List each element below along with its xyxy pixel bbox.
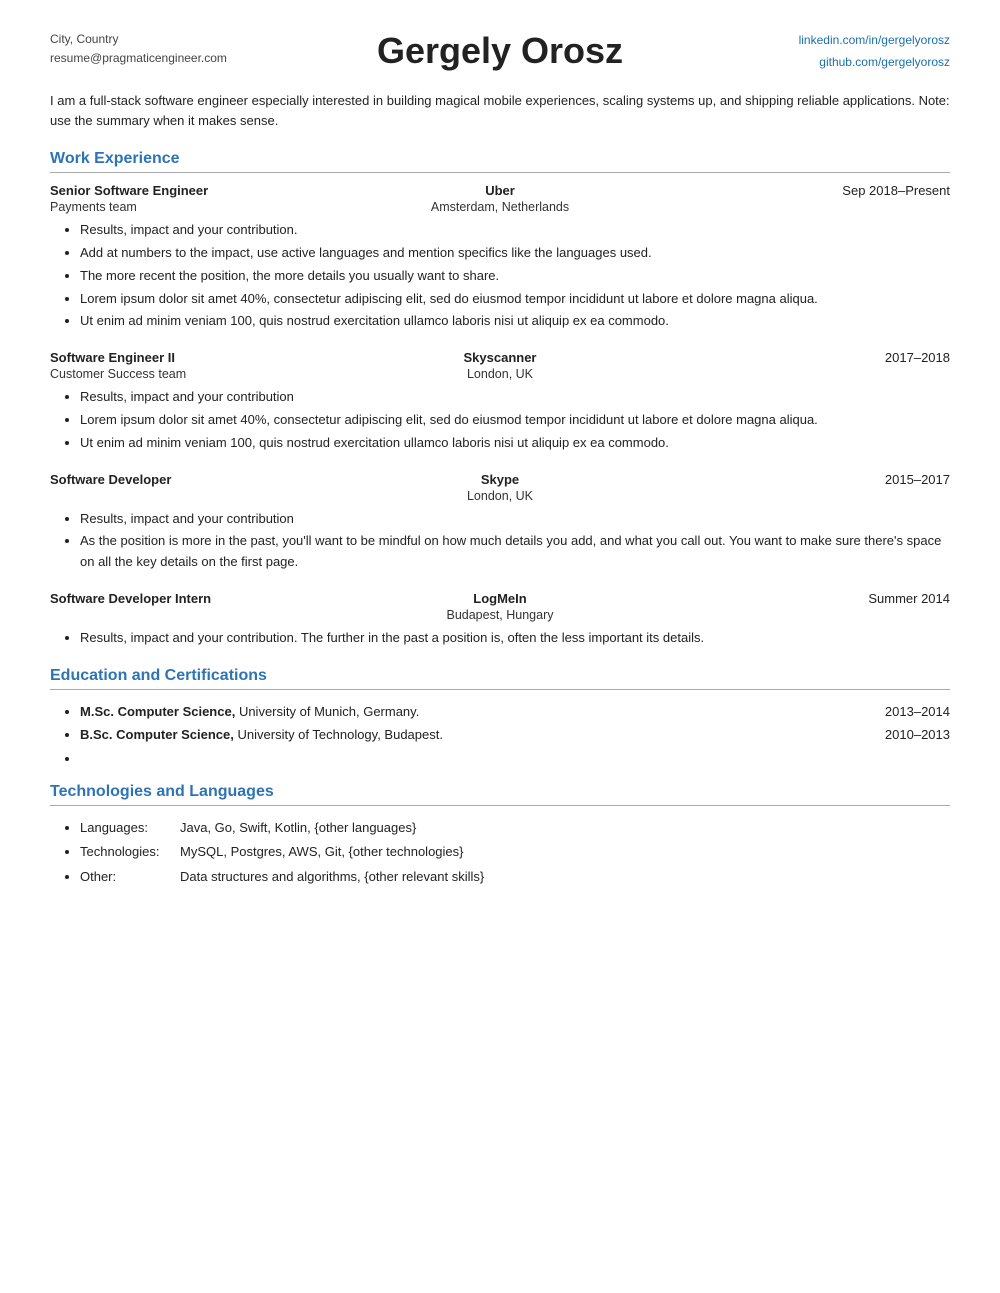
job-header-3: Software Developer InternLogMeInSummer 2…: [50, 591, 950, 606]
job-date-3: Summer 2014: [650, 591, 950, 606]
job-bullet-1-1: Lorem ipsum dolor sit amet 40%, consecte…: [80, 410, 950, 431]
job-date-2: 2015–2017: [650, 472, 950, 487]
candidate-name: Gergely Orosz: [377, 30, 623, 72]
education-list: M.Sc. Computer Science, University of Mu…: [80, 700, 950, 763]
education-section: Education and Certifications M.Sc. Compu…: [50, 667, 950, 763]
job-entry-0: Senior Software EngineerUberSep 2018–Pre…: [50, 183, 950, 332]
education-title: Education and Certifications: [50, 667, 950, 685]
edu-bold-1: B.Sc. Computer Science,: [80, 727, 234, 742]
work-experience-section: Work Experience Senior Software Engineer…: [50, 150, 950, 649]
job-bullet-0-4: Ut enim ad minim veniam 100, quis nostru…: [80, 311, 950, 332]
tech-row-2: Other: Data structures and algorithms, {o…: [80, 865, 950, 890]
tech-label-0: Languages:: [80, 816, 170, 841]
edu-left-1: B.Sc. Computer Science, University of Te…: [80, 723, 870, 746]
edu-item-2: [80, 747, 950, 763]
header-right: linkedin.com/in/gergelyorosz github.com/…: [623, 30, 950, 73]
edu-left-0: M.Sc. Computer Science, University of Mu…: [80, 700, 870, 723]
header-linkedin[interactable]: linkedin.com/in/gergelyorosz: [623, 30, 950, 52]
job-title-1: Software Engineer II: [50, 350, 350, 365]
job-date-0: Sep 2018–Present: [650, 183, 950, 198]
edu-bold-0: M.Sc. Computer Science,: [80, 704, 235, 719]
job-company-0: Uber: [350, 183, 650, 198]
summary-text: I am a full-stack software engineer espe…: [50, 91, 950, 130]
job-entry-2: Software DeveloperSkype2015–2017London, …: [50, 472, 950, 573]
job-company-2: Skype: [350, 472, 650, 487]
job-bullet-3-0: Results, impact and your contribution. T…: [80, 628, 950, 649]
job-team-2: [50, 489, 350, 503]
job-header-2: Software DeveloperSkype2015–2017: [50, 472, 950, 487]
tech-divider: [50, 805, 950, 806]
job-company-1: Skyscanner: [350, 350, 650, 365]
job-bullet-0-3: Lorem ipsum dolor sit amet 40%, consecte…: [80, 289, 950, 310]
job-bullet-2-1: As the position is more in the past, you…: [80, 531, 950, 573]
tech-item-2: Other: Data structures and algorithms, {o…: [80, 865, 950, 890]
edu-year-1: 2010–2013: [870, 723, 950, 746]
edu-item-1: B.Sc. Computer Science, University of Te…: [80, 723, 950, 746]
tech-row-0: Languages: Java, Go, Swift, Kotlin, {othe…: [80, 816, 950, 841]
job-bullet-0-0: Results, impact and your contribution.: [80, 220, 950, 241]
job-subrow-1: Customer Success teamLondon, UK: [50, 367, 950, 381]
job-team-0: Payments team: [50, 200, 350, 214]
job-bullet-1-2: Ut enim ad minim veniam 100, quis nostru…: [80, 433, 950, 454]
job-company-3: LogMeIn: [350, 591, 650, 606]
resume-header: City, Country resume@pragmaticengineer.c…: [50, 30, 950, 73]
edu-row-0: M.Sc. Computer Science, University of Mu…: [80, 700, 950, 723]
job-location-3: Budapest, Hungary: [350, 608, 650, 622]
job-location-2: London, UK: [350, 489, 650, 503]
tech-item-0: Languages: Java, Go, Swift, Kotlin, {othe…: [80, 816, 950, 841]
header-left: City, Country resume@pragmaticengineer.c…: [50, 30, 377, 68]
technologies-list: Languages: Java, Go, Swift, Kotlin, {othe…: [80, 816, 950, 890]
technologies-title: Technologies and Languages: [50, 783, 950, 801]
job-title-3: Software Developer Intern: [50, 591, 350, 606]
job-location-1: London, UK: [350, 367, 650, 381]
job-bullet-1-0: Results, impact and your contribution: [80, 387, 950, 408]
header-email: resume@pragmaticengineer.com: [50, 49, 377, 68]
job-title-0: Senior Software Engineer: [50, 183, 350, 198]
job-team-1: Customer Success team: [50, 367, 350, 381]
edu-divider: [50, 689, 950, 690]
edu-row-1: B.Sc. Computer Science, University of Te…: [80, 723, 950, 746]
job-location-0: Amsterdam, Netherlands: [350, 200, 650, 214]
job-header-0: Senior Software EngineerUberSep 2018–Pre…: [50, 183, 950, 198]
job-date-1: 2017–2018: [650, 350, 950, 365]
job-team-3: [50, 608, 350, 622]
job-entry-3: Software Developer InternLogMeInSummer 2…: [50, 591, 950, 649]
header-center: Gergely Orosz: [377, 30, 623, 72]
tech-value-0: Java, Go, Swift, Kotlin, {other language…: [180, 816, 416, 841]
tech-value-2: Data structures and algorithms, {other r…: [180, 865, 484, 890]
job-subrow-3: Budapest, Hungary: [50, 608, 950, 622]
jobs-container: Senior Software EngineerUberSep 2018–Pre…: [50, 183, 950, 649]
header-github[interactable]: github.com/gergelyorosz: [623, 52, 950, 74]
job-bullets-3: Results, impact and your contribution. T…: [80, 628, 950, 649]
technologies-section: Technologies and Languages Languages: Jav…: [50, 783, 950, 890]
job-entry-1: Software Engineer IISkyscanner2017–2018 C…: [50, 350, 950, 453]
job-title-2: Software Developer: [50, 472, 350, 487]
job-subrow-0: Payments teamAmsterdam, Netherlands: [50, 200, 950, 214]
work-experience-title: Work Experience: [50, 150, 950, 168]
job-bullets-1: Results, impact and your contributionLor…: [80, 387, 950, 453]
tech-value-1: MySQL, Postgres, AWS, Git, {other techno…: [180, 840, 464, 865]
job-header-1: Software Engineer IISkyscanner2017–2018: [50, 350, 950, 365]
tech-row-1: Technologies: MySQL, Postgres, AWS, Git, …: [80, 840, 950, 865]
edu-item-0: M.Sc. Computer Science, University of Mu…: [80, 700, 950, 723]
job-bullets-0: Results, impact and your contribution.Ad…: [80, 220, 950, 332]
tech-item-1: Technologies: MySQL, Postgres, AWS, Git, …: [80, 840, 950, 865]
job-bullet-0-1: Add at numbers to the impact, use active…: [80, 243, 950, 264]
tech-label-1: Technologies:: [80, 840, 170, 865]
job-bullet-0-2: The more recent the position, the more d…: [80, 266, 950, 287]
job-bullet-2-0: Results, impact and your contribution: [80, 509, 950, 530]
job-bullets-2: Results, impact and your contributionAs …: [80, 509, 950, 573]
work-divider: [50, 172, 950, 173]
header-city: City, Country: [50, 30, 377, 49]
tech-label-2: Other:: [80, 865, 170, 890]
job-subrow-2: London, UK: [50, 489, 950, 503]
edu-year-0: 2013–2014: [870, 700, 950, 723]
